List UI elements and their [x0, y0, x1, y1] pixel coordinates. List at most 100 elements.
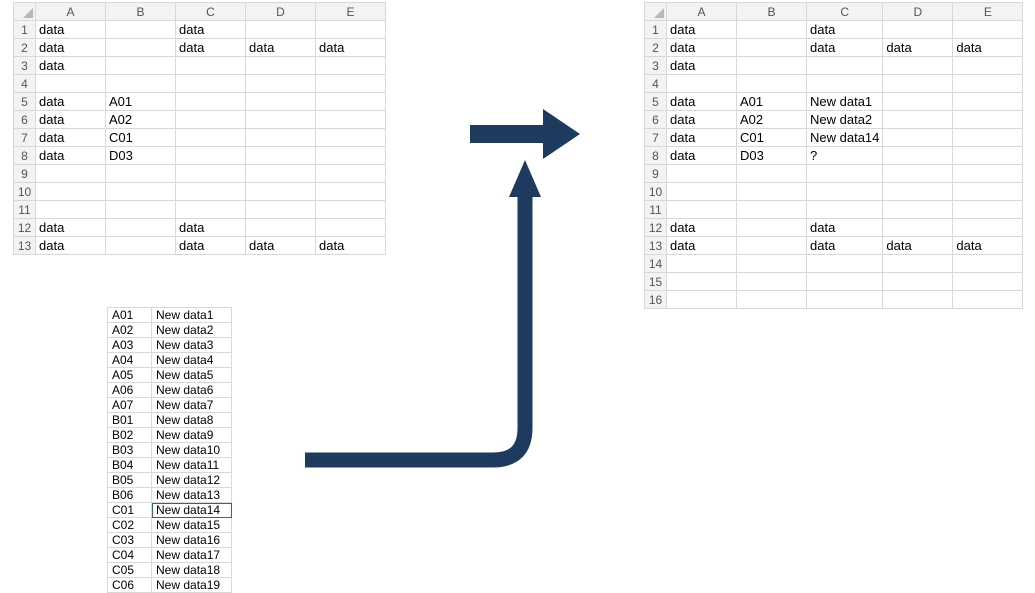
row-header[interactable]: 1	[645, 21, 667, 39]
cell-A12[interactable]: data	[36, 219, 106, 237]
row-header[interactable]: 4	[645, 75, 667, 93]
cell-D15[interactable]	[883, 273, 953, 291]
col-header-C[interactable]: C	[176, 3, 246, 21]
cell-C11[interactable]	[807, 201, 883, 219]
cell-D3[interactable]	[883, 57, 953, 75]
col-header-C[interactable]: C	[807, 3, 883, 21]
cell-E4[interactable]	[953, 75, 1023, 93]
row-header[interactable]: 15	[645, 273, 667, 291]
cell-A6[interactable]: data	[667, 111, 737, 129]
cell-A1[interactable]: data	[36, 21, 106, 39]
row-header[interactable]: 12	[645, 219, 667, 237]
cell-D3[interactable]	[246, 57, 316, 75]
row-header[interactable]: 2	[14, 39, 36, 57]
col-header-B[interactable]: B	[737, 3, 807, 21]
row-header[interactable]: 3	[645, 57, 667, 75]
cell-D9[interactable]	[883, 165, 953, 183]
cell-A10[interactable]	[667, 183, 737, 201]
col-header-B[interactable]: B	[106, 3, 176, 21]
cell-C9[interactable]	[807, 165, 883, 183]
cell-A2[interactable]: data	[36, 39, 106, 57]
cell-B16[interactable]	[737, 291, 807, 309]
col-header-A[interactable]: A	[667, 3, 737, 21]
cell-C10[interactable]	[176, 183, 246, 201]
cell-E7[interactable]	[953, 129, 1023, 147]
cell-B13[interactable]	[106, 237, 176, 255]
cell-C4[interactable]	[807, 75, 883, 93]
cell-B6[interactable]: A02	[106, 111, 176, 129]
cell-A13[interactable]: data	[36, 237, 106, 255]
cell-C1[interactable]: data	[807, 21, 883, 39]
cell-D13[interactable]: data	[883, 237, 953, 255]
cell-B10[interactable]	[737, 183, 807, 201]
cell-C13[interactable]: data	[807, 237, 883, 255]
cell-C15[interactable]	[807, 273, 883, 291]
cell-C12[interactable]: data	[176, 219, 246, 237]
col-header-D[interactable]: D	[246, 3, 316, 21]
cell-A10[interactable]	[36, 183, 106, 201]
cell-C14[interactable]	[807, 255, 883, 273]
row-header[interactable]: 5	[14, 93, 36, 111]
cell-A11[interactable]	[667, 201, 737, 219]
cell-B8[interactable]: D03	[737, 147, 807, 165]
col-header-A[interactable]: A	[36, 3, 106, 21]
cell-E3[interactable]	[316, 57, 386, 75]
cell-A7[interactable]: data	[36, 129, 106, 147]
cell-E2[interactable]: data	[316, 39, 386, 57]
row-header[interactable]: 8	[645, 147, 667, 165]
cell-D5[interactable]	[883, 93, 953, 111]
cell-C13[interactable]: data	[176, 237, 246, 255]
cell-E4[interactable]	[316, 75, 386, 93]
cell-A14[interactable]	[667, 255, 737, 273]
cell-D14[interactable]	[883, 255, 953, 273]
cell-A9[interactable]	[36, 165, 106, 183]
cell-C3[interactable]	[807, 57, 883, 75]
cell-A5[interactable]: data	[36, 93, 106, 111]
cell-B14[interactable]	[737, 255, 807, 273]
cell-D16[interactable]	[883, 291, 953, 309]
cell-E15[interactable]	[953, 273, 1023, 291]
cell-C5[interactable]: New data1	[807, 93, 883, 111]
cell-D4[interactable]	[246, 75, 316, 93]
cell-A13[interactable]: data	[667, 237, 737, 255]
cell-A12[interactable]: data	[667, 219, 737, 237]
cell-C2[interactable]: data	[176, 39, 246, 57]
cell-C1[interactable]: data	[176, 21, 246, 39]
row-header[interactable]: 9	[14, 165, 36, 183]
cell-A15[interactable]	[667, 273, 737, 291]
row-header[interactable]: 14	[645, 255, 667, 273]
cell-B4[interactable]	[737, 75, 807, 93]
cell-B7[interactable]: C01	[737, 129, 807, 147]
cell-C16[interactable]	[807, 291, 883, 309]
row-header[interactable]: 16	[645, 291, 667, 309]
cell-E13[interactable]: data	[953, 237, 1023, 255]
row-header[interactable]: 9	[645, 165, 667, 183]
cell-B9[interactable]	[106, 165, 176, 183]
cell-C4[interactable]	[176, 75, 246, 93]
row-header[interactable]: 6	[14, 111, 36, 129]
cell-C7[interactable]: New data14	[807, 129, 883, 147]
row-header[interactable]: 13	[645, 237, 667, 255]
cell-A3[interactable]: data	[36, 57, 106, 75]
row-header[interactable]: 11	[645, 201, 667, 219]
cell-C9[interactable]	[176, 165, 246, 183]
cell-E6[interactable]	[953, 111, 1023, 129]
cell-B11[interactable]	[737, 201, 807, 219]
cell-A16[interactable]	[667, 291, 737, 309]
cell-C5[interactable]	[176, 93, 246, 111]
row-header[interactable]: 3	[14, 57, 36, 75]
cell-D12[interactable]	[883, 219, 953, 237]
cell-D4[interactable]	[883, 75, 953, 93]
cell-A5[interactable]: data	[667, 93, 737, 111]
cell-D2[interactable]: data	[883, 39, 953, 57]
cell-B1[interactable]	[737, 21, 807, 39]
cell-C8[interactable]: ?	[807, 147, 883, 165]
cell-E8[interactable]	[953, 147, 1023, 165]
row-header[interactable]: 7	[645, 129, 667, 147]
cell-C8[interactable]	[176, 147, 246, 165]
row-header[interactable]: 13	[14, 237, 36, 255]
row-header[interactable]: 11	[14, 201, 36, 219]
cell-B6[interactable]: A02	[737, 111, 807, 129]
cell-B3[interactable]	[106, 57, 176, 75]
col-header-E[interactable]: E	[953, 3, 1023, 21]
